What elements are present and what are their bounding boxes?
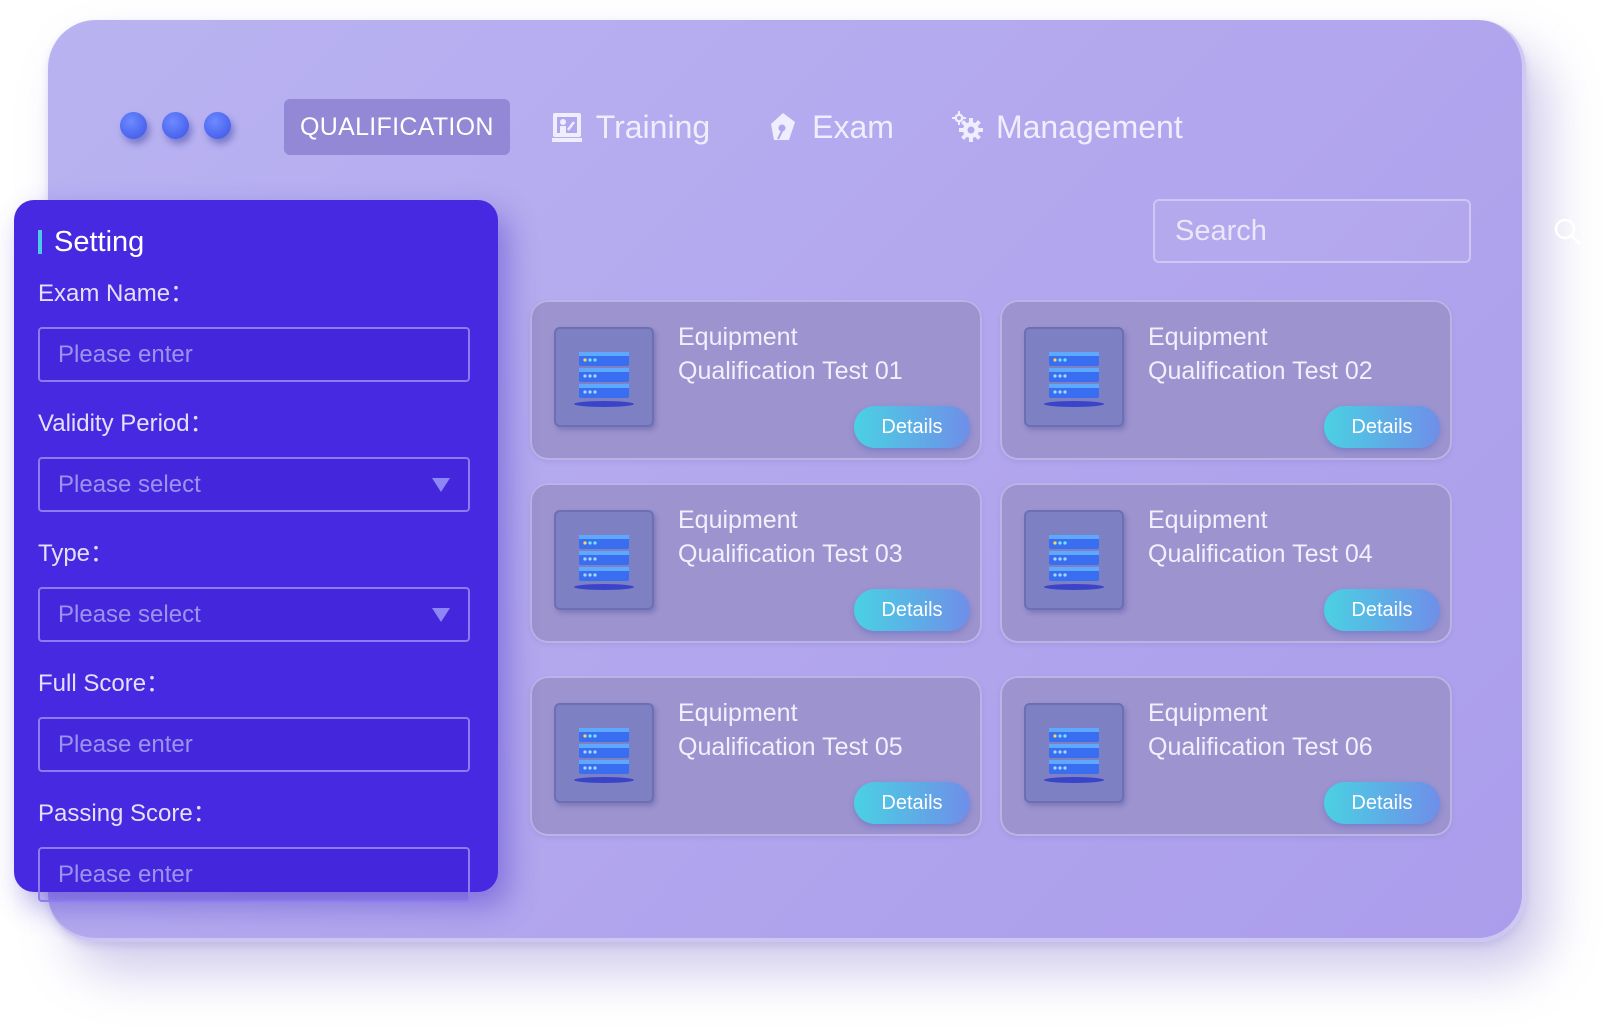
details-button[interactable]: Details (854, 782, 970, 824)
card-title-line2: Qualification Test 02 (1148, 357, 1373, 385)
full-score-field[interactable] (38, 717, 470, 772)
validity-period-value[interactable] (58, 470, 432, 499)
passing-score-input[interactable] (58, 860, 450, 889)
details-button[interactable]: Details (1324, 589, 1440, 631)
window-controls (120, 112, 231, 139)
card-title-line2: Qualification Test 03 (678, 540, 903, 568)
exam-name-field[interactable] (38, 327, 470, 382)
card-title-line1: Equipment (1148, 506, 1268, 534)
exam-card-01[interactable]: Equipment Qualification Test 01 Details (530, 300, 982, 460)
setting-panel: Setting Exam Name： Validity Period： Type… (14, 200, 498, 902)
pen-nib-icon (766, 110, 800, 144)
passing-score-field[interactable] (38, 847, 470, 902)
details-button[interactable]: Details (1324, 782, 1440, 824)
card-title-line1: Equipment (678, 506, 798, 534)
gears-icon (950, 110, 984, 144)
card-title-line2: Qualification Test 01 (678, 357, 903, 385)
type-label: Type： (38, 540, 115, 567)
exam-card-05[interactable]: Equipment Qualification Test 05 Details (530, 676, 982, 836)
title-accent-bar (38, 230, 42, 254)
card-title: Equipment Qualification Test 01 (678, 320, 968, 388)
server-icon (554, 510, 654, 610)
card-title-line1: Equipment (1148, 699, 1268, 727)
exam-card-02[interactable]: Equipment Qualification Test 02 Details (1000, 300, 1452, 460)
type-select[interactable] (38, 587, 470, 642)
caret-down-icon[interactable] (432, 607, 450, 622)
validity-period-select[interactable] (38, 457, 470, 512)
panel-title: Setting (54, 225, 145, 258)
card-title: Equipment Qualification Test 03 (678, 503, 968, 571)
full-score-input[interactable] (58, 730, 450, 759)
tab-qualification[interactable]: QUALIFICATION (284, 99, 510, 155)
card-title-line2: Qualification Test 06 (1148, 733, 1373, 761)
card-title: Equipment Qualification Test 04 (1148, 503, 1438, 571)
exam-card-06[interactable]: Equipment Qualification Test 06 Details (1000, 676, 1452, 836)
card-title-line1: Equipment (678, 699, 798, 727)
server-icon (554, 327, 654, 427)
caret-down-icon[interactable] (432, 477, 450, 492)
server-icon (554, 703, 654, 803)
tab-label: Management (995, 108, 1183, 145)
card-title-line1: Equipment (1148, 323, 1268, 351)
details-button[interactable]: Details (854, 589, 970, 631)
server-icon (1024, 510, 1124, 610)
validity-period-label: Validity Period： (38, 410, 214, 437)
tab-label: QUALIFICATION (300, 112, 494, 141)
server-icon (1024, 703, 1124, 803)
card-title-line2: Qualification Test 04 (1148, 540, 1373, 568)
passing-score-label: Passing Score： (38, 800, 217, 827)
stage: QUALIFICATION Training Exam Management S… (0, 0, 1614, 1034)
tab-label: Training (595, 108, 711, 145)
tab-training[interactable]: Training (550, 99, 710, 155)
type-value[interactable] (58, 600, 432, 629)
window-dot-3[interactable] (204, 112, 231, 139)
search-input[interactable] (1175, 214, 1552, 248)
exam-name-input[interactable] (58, 340, 450, 369)
server-icon (1024, 327, 1124, 427)
details-button[interactable]: Details (1324, 406, 1440, 448)
card-title: Equipment Qualification Test 06 (1148, 696, 1438, 764)
card-title-line2: Qualification Test 05 (678, 733, 903, 761)
full-score-label: Full Score： (38, 670, 171, 697)
search-box[interactable] (1153, 199, 1581, 263)
card-title: Equipment Qualification Test 02 (1148, 320, 1438, 388)
top-nav: QUALIFICATION Training Exam Management (284, 99, 1239, 155)
search-icon[interactable] (1552, 216, 1582, 246)
panel-header: Setting (38, 224, 472, 260)
tab-exam[interactable]: Exam (766, 99, 894, 155)
window-dot-1[interactable] (120, 112, 147, 139)
training-board-icon (550, 110, 584, 144)
exam-card-04[interactable]: Equipment Qualification Test 04 Details (1000, 483, 1452, 643)
exam-card-03[interactable]: Equipment Qualification Test 03 Details (530, 483, 982, 643)
card-title-line1: Equipment (678, 323, 798, 351)
tab-management[interactable]: Management (950, 99, 1183, 155)
exam-name-label: Exam Name： (38, 280, 195, 307)
card-title: Equipment Qualification Test 05 (678, 696, 968, 764)
window-dot-2[interactable] (162, 112, 189, 139)
tab-label: Exam (812, 108, 894, 145)
details-button[interactable]: Details (854, 406, 970, 448)
